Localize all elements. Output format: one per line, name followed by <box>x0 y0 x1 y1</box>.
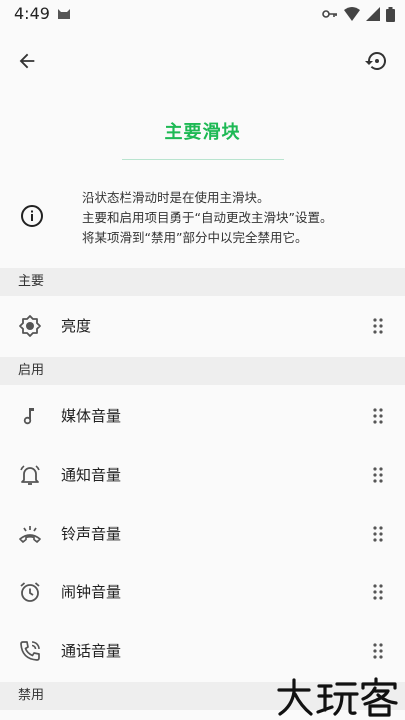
alarm-icon <box>18 580 42 604</box>
slider-item-label: 亮度 <box>61 317 92 335</box>
notification-bell-icon <box>18 463 42 487</box>
drag-handle-icon[interactable] <box>373 408 383 424</box>
signal-icon <box>366 7 380 21</box>
info-line: 主要和启用项目勇于“自动更改主滑块”设置。 <box>82 210 333 225</box>
slider-item-label: 媒体音量 <box>61 407 122 425</box>
info-icon <box>21 205 43 227</box>
watermark-logo <box>277 677 398 717</box>
slider-item-label: 铃声音量 <box>61 525 122 543</box>
cat-icon <box>58 9 70 19</box>
slider-item-notification-volume[interactable]: 通知音量 <box>0 446 405 504</box>
slider-item-ringer-volume[interactable]: 铃声音量 <box>0 505 405 563</box>
music-note-icon <box>18 404 42 428</box>
title-underline <box>122 159 284 160</box>
info-text: 沿状态栏滑动时是在使用主滑块。 主要和启用项目勇于“自动更改主滑块”设置。 将某… <box>82 188 332 248</box>
status-time: 4:49 <box>14 4 50 23</box>
info-block: 沿状态栏滑动时是在使用主滑块。 主要和启用项目勇于“自动更改主滑块”设置。 将某… <box>0 186 405 250</box>
section-header-primary: 主要 <box>0 268 405 296</box>
wifi-icon <box>344 7 360 21</box>
slider-item-label: 闹钟音量 <box>61 583 122 601</box>
drag-handle-icon[interactable] <box>373 467 383 483</box>
section-header-enabled: 启用 <box>0 357 405 385</box>
status-bar: 4:49 <box>0 0 405 28</box>
reset-button[interactable] <box>359 44 393 78</box>
info-line: 将某项滑到“禁用”部分中以完全禁用它。 <box>82 230 308 245</box>
slider-item-media-volume[interactable]: 媒体音量 <box>0 387 405 445</box>
vpn-key-icon <box>322 10 337 18</box>
status-icons <box>322 6 395 22</box>
drag-handle-icon[interactable] <box>373 526 383 542</box>
slider-item-label: 通话音量 <box>61 642 122 660</box>
slider-item-call-volume[interactable]: 通话音量 <box>0 622 405 680</box>
drag-handle-icon[interactable] <box>373 584 383 600</box>
slider-item-alarm-volume[interactable]: 闹钟音量 <box>0 563 405 621</box>
restore-icon <box>365 51 387 70</box>
slider-item-label: 通知音量 <box>61 466 122 484</box>
top-app-bar <box>0 36 405 90</box>
brightness-icon <box>18 314 42 338</box>
drag-handle-icon[interactable] <box>373 643 383 659</box>
info-line: 沿状态栏滑动时是在使用主滑块。 <box>82 190 270 205</box>
page-title: 主要滑块 <box>164 122 241 143</box>
slider-item-brightness[interactable]: 亮度 <box>0 297 405 355</box>
battery-icon <box>386 6 395 22</box>
drag-handle-icon[interactable] <box>373 318 383 334</box>
arrow-left-icon <box>19 53 35 69</box>
back-button[interactable] <box>10 44 44 78</box>
ringer-icon <box>18 522 42 546</box>
phone-in-call-icon <box>18 639 42 663</box>
